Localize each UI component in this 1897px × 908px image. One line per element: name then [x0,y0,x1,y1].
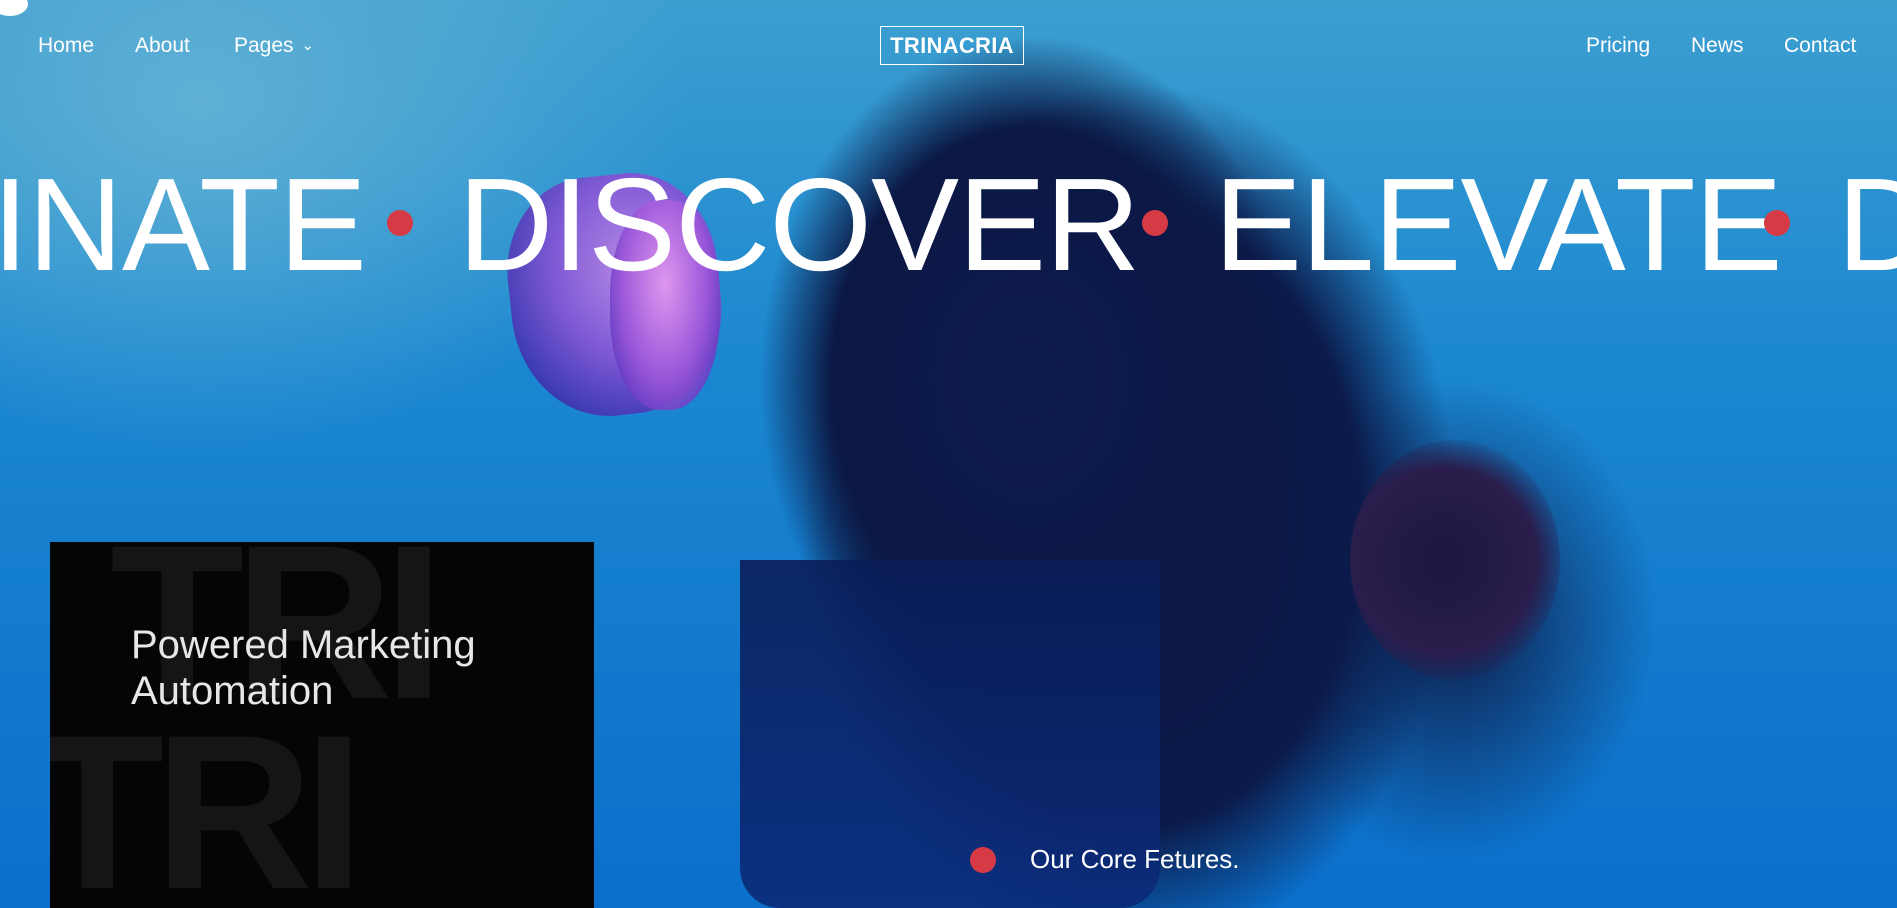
nav-about-link[interactable]: About [135,34,190,58]
bullet-dot-icon [970,846,996,873]
top-navigation: Home About Pages ⌄ TRINACRIA Pricing News… [0,0,1897,92]
marquee-separator-dot [1142,210,1168,236]
card-title-line: Automation [131,669,334,713]
marquee-word: D [1837,160,1897,290]
card-watermark-text: TRI [50,689,364,908]
hero-marquee: INATE DISCOVER ELEVATE D [0,160,1897,290]
card-title-line: Powered Marketing [131,623,476,667]
nav-contact-link[interactable]: Contact [1784,34,1856,58]
feature-card: TRI TRI Powered Marketing Automation [50,542,594,908]
chevron-down-icon: ⌄ [301,37,315,54]
nav-news-link[interactable]: News [1691,34,1744,58]
marquee-word: DISCOVER [458,160,1140,290]
nav-pricing-link[interactable]: Pricing [1586,34,1650,58]
card-title: Powered Marketing Automation [131,622,551,714]
nav-pages-dropdown[interactable]: Pages ⌄ [234,34,314,58]
marquee-separator-dot [387,210,413,236]
hero-portrait-hair-bun [1350,440,1560,680]
core-features-label: Our Core Fetures. [1030,844,1240,874]
nav-home-link[interactable]: Home [38,34,94,58]
marquee-word: INATE [0,160,367,290]
site-logo[interactable]: TRINACRIA [880,26,1024,65]
marquee-separator-dot [1764,210,1790,236]
core-features-heading: Our Core Fetures. [970,844,1240,875]
marquee-word: ELEVATE [1214,160,1783,290]
nav-pages-label: Pages [234,34,294,57]
